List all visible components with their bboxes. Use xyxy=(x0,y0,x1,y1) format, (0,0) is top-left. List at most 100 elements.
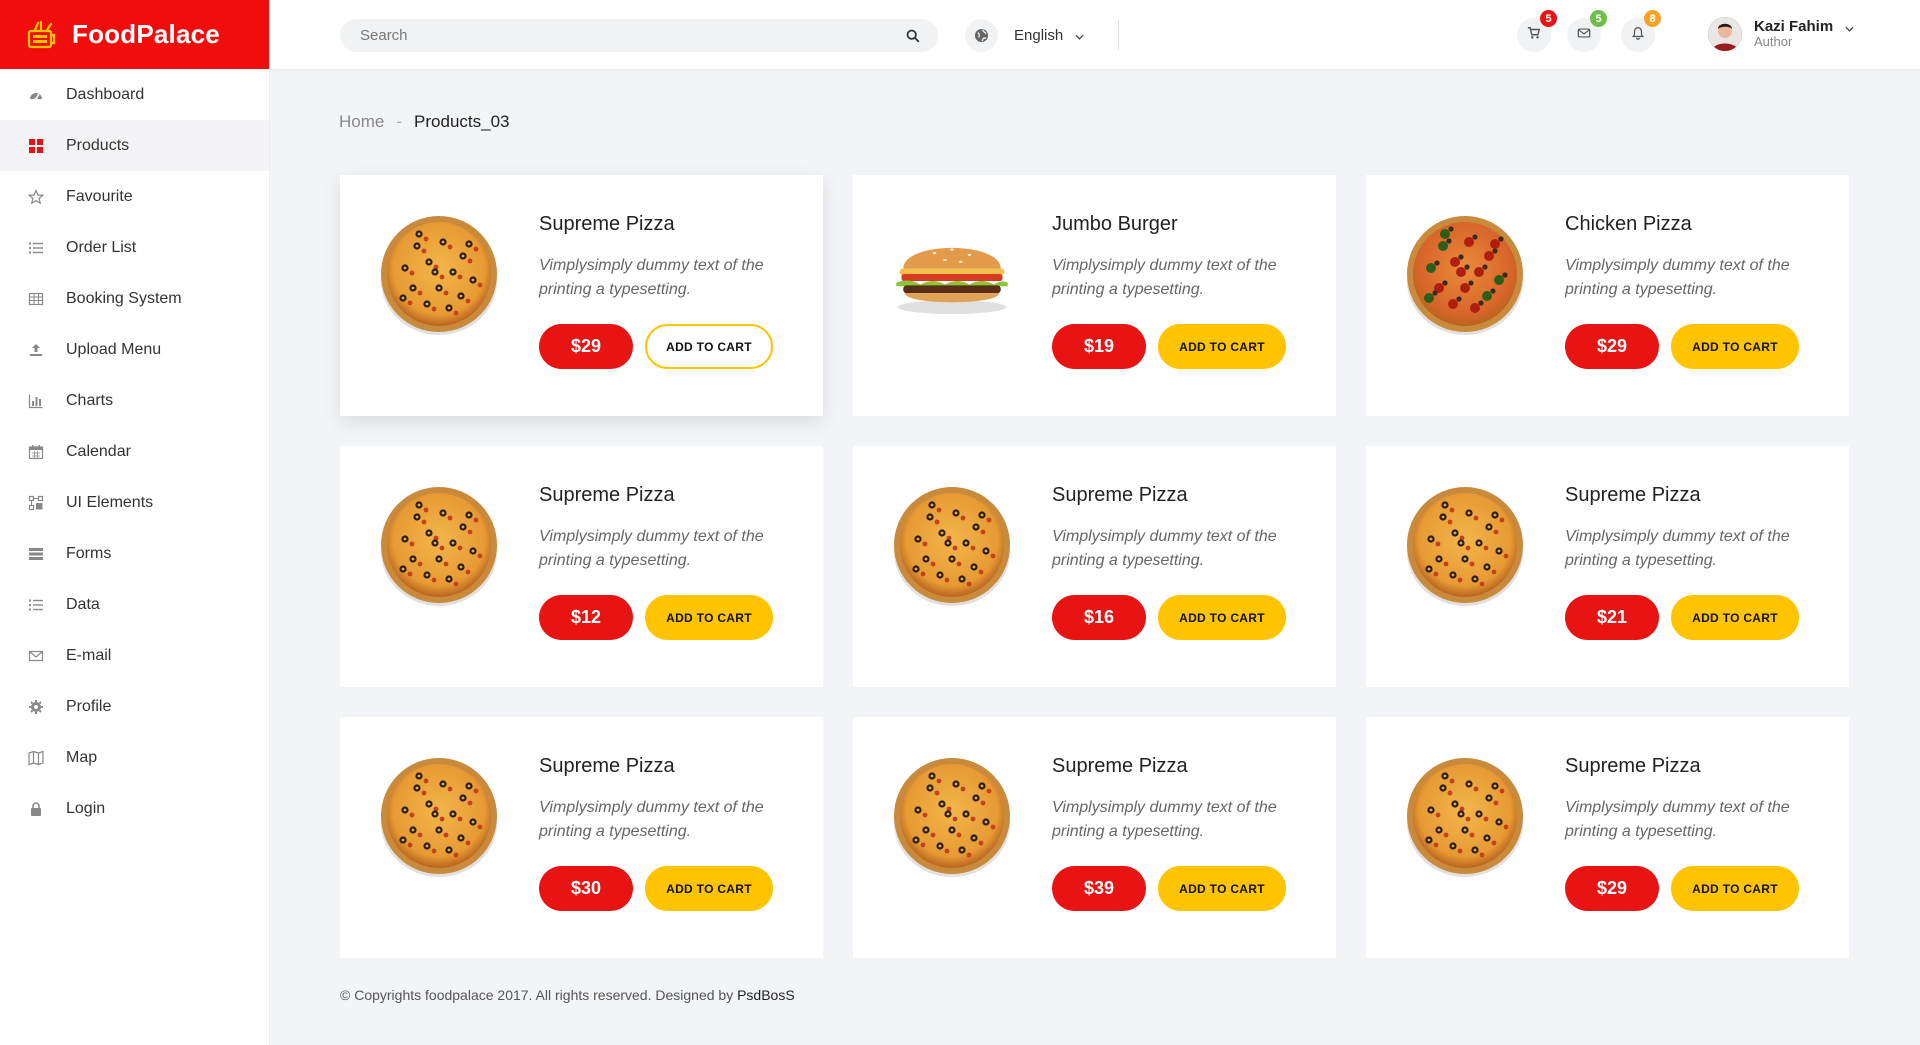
sidebar-item-order-list[interactable]: Order List xyxy=(0,222,269,273)
product-title[interactable]: Jumbo Burger xyxy=(1052,213,1316,236)
user-role: Author xyxy=(1754,34,1793,50)
sidebar-item-products[interactable]: Products xyxy=(0,120,269,171)
price-button[interactable]: $29 xyxy=(1565,866,1659,911)
dashboard-icon xyxy=(28,87,44,103)
price-button[interactable]: $19 xyxy=(1052,324,1146,369)
product-title[interactable]: Supreme Pizza xyxy=(539,484,803,507)
product-card[interactable]: Supreme Pizza Vimplysimply dummy text of … xyxy=(340,175,823,416)
sidebar-item-profile[interactable]: Profile xyxy=(0,681,269,732)
sidebar-item-booking-system[interactable]: Booking System xyxy=(0,273,269,324)
pizza-image[interactable] xyxy=(378,755,500,877)
cart-button[interactable]: 5 xyxy=(1517,10,1557,52)
product-card[interactable]: Supreme Pizza Vimplysimply dummy text of … xyxy=(853,717,1336,958)
product-title[interactable]: Chicken Pizza xyxy=(1565,213,1829,236)
product-info: Supreme Pizza Vimplysimply dummy text of … xyxy=(1052,755,1316,844)
pizza-image[interactable] xyxy=(891,484,1013,606)
product-info: Supreme Pizza Vimplysimply dummy text of … xyxy=(1565,484,1829,573)
product-card[interactable]: Supreme Pizza Vimplysimply dummy text of … xyxy=(853,446,1336,687)
footer-designer-link[interactable]: PsdBosS xyxy=(737,987,795,1003)
user-info: Kazi Fahim Author xyxy=(1754,18,1833,50)
price-button[interactable]: $39 xyxy=(1052,866,1146,911)
product-actions: $12 ADD TO CART xyxy=(539,595,773,640)
sidebar-item-login[interactable]: Login xyxy=(0,783,269,834)
product-title[interactable]: Supreme Pizza xyxy=(1052,484,1316,507)
search-icon[interactable] xyxy=(904,27,922,45)
sidebar-item-charts[interactable]: Charts xyxy=(0,375,269,426)
product-card[interactable]: Jumbo Burger Vimplysimply dummy text of t… xyxy=(853,175,1336,416)
add-to-cart-button[interactable]: ADD TO CART xyxy=(645,595,773,640)
product-title[interactable]: Supreme Pizza xyxy=(1052,755,1316,778)
product-info: Supreme Pizza Vimplysimply dummy text of … xyxy=(539,755,803,844)
add-to-cart-button[interactable]: ADD TO CART xyxy=(1158,866,1286,911)
product-title[interactable]: Supreme Pizza xyxy=(1565,755,1829,778)
product-info: Jumbo Burger Vimplysimply dummy text of t… xyxy=(1052,213,1316,302)
user-menu[interactable]: Kazi Fahim Author xyxy=(1708,17,1854,51)
sidebar-item-ui-elements[interactable]: UI Elements xyxy=(0,477,269,528)
price-button[interactable]: $30 xyxy=(539,866,633,911)
sidebar-item-upload-menu[interactable]: Upload Menu xyxy=(0,324,269,375)
product-description: Vimplysimply dummy text of the printing … xyxy=(1052,257,1277,298)
product-card[interactable]: Supreme Pizza Vimplysimply dummy text of … xyxy=(340,446,823,687)
mail-button[interactable]: 5 xyxy=(1567,10,1607,52)
calendar-icon xyxy=(28,444,44,460)
product-title[interactable]: Supreme Pizza xyxy=(539,755,803,778)
product-title[interactable]: Supreme Pizza xyxy=(539,213,803,236)
brand-header[interactable]: FoodPalace xyxy=(0,0,269,69)
product-card[interactable]: Supreme Pizza Vimplysimply dummy text of … xyxy=(340,717,823,958)
sidebar-item-label: Booking System xyxy=(66,289,182,307)
add-to-cart-button[interactable]: ADD TO CART xyxy=(1158,595,1286,640)
add-to-cart-button[interactable]: ADD TO CART xyxy=(1671,595,1799,640)
mail-icon xyxy=(28,648,44,664)
product-title[interactable]: Supreme Pizza xyxy=(1565,484,1829,507)
add-to-cart-button[interactable]: ADD TO CART xyxy=(1158,324,1286,369)
add-to-cart-button[interactable]: ADD TO CART xyxy=(645,324,773,369)
search-input[interactable] xyxy=(360,27,904,44)
pizza-image[interactable] xyxy=(1404,755,1526,877)
product-actions: $19 ADD TO CART xyxy=(1052,324,1286,369)
burger-image[interactable] xyxy=(891,213,1013,335)
pizza-image[interactable] xyxy=(1404,484,1526,606)
price-button[interactable]: $16 xyxy=(1052,595,1146,640)
breadcrumb-home-link[interactable]: Home xyxy=(339,112,384,132)
notification-button[interactable]: 8 xyxy=(1621,10,1661,52)
add-to-cart-button[interactable]: ADD TO CART xyxy=(645,866,773,911)
price-button[interactable]: $29 xyxy=(539,324,633,369)
globe-icon xyxy=(965,19,998,52)
product-card[interactable]: Supreme Pizza Vimplysimply dummy text of … xyxy=(1366,446,1849,687)
add-to-cart-button[interactable]: ADD TO CART xyxy=(1671,324,1799,369)
sidebar-item-map[interactable]: Map xyxy=(0,732,269,783)
product-card[interactable]: Chicken Pizza Vimplysimply dummy text of … xyxy=(1366,175,1849,416)
sidebar-item-label: Charts xyxy=(66,391,114,409)
product-card[interactable]: Supreme Pizza Vimplysimply dummy text of … xyxy=(1366,717,1849,958)
price-button[interactable]: $29 xyxy=(1565,324,1659,369)
pizza-image[interactable] xyxy=(378,484,500,606)
sidebar-item-label: Login xyxy=(66,799,106,817)
product-actions: $29 ADD TO CART xyxy=(1565,324,1799,369)
main-content: Home - Products_03 Supreme Pizza Vimplysi… xyxy=(270,69,1920,1045)
product-info: Supreme Pizza Vimplysimply dummy text of … xyxy=(539,484,803,573)
sidebar-item-data[interactable]: Data xyxy=(0,579,269,630)
product-description: Vimplysimply dummy text of the printing … xyxy=(539,799,764,840)
price-button[interactable]: $21 xyxy=(1565,595,1659,640)
sidebar-item-label: Favourite xyxy=(66,187,133,205)
footer-copyright: © Copyrights foodpalace 2017. All rights… xyxy=(340,987,734,1003)
chicken-pizza-image[interactable] xyxy=(1404,213,1526,335)
upload-icon xyxy=(28,342,44,358)
pizza-image[interactable] xyxy=(891,755,1013,877)
product-info: Chicken Pizza Vimplysimply dummy text of … xyxy=(1565,213,1829,302)
sidebar-item-favourite[interactable]: Favourite xyxy=(0,171,269,222)
sidebar-item-forms[interactable]: Forms xyxy=(0,528,269,579)
sidebar-item-calendar[interactable]: Calendar xyxy=(0,426,269,477)
sidebar-item-dashboard[interactable]: Dashboard xyxy=(0,69,269,120)
product-description: Vimplysimply dummy text of the printing … xyxy=(1565,528,1790,569)
price-button[interactable]: $12 xyxy=(539,595,633,640)
cart-icon xyxy=(1527,26,1541,45)
add-to-cart-button[interactable]: ADD TO CART xyxy=(1671,866,1799,911)
topbar: English 5 5 8 Kazi Fahim Author xyxy=(270,0,1920,69)
language-selector[interactable]: English xyxy=(965,19,1084,52)
product-actions: $21 ADD TO CART xyxy=(1565,595,1799,640)
sidebar-nav: Dashboard Products Favourite Order List Book… xyxy=(0,69,269,834)
sidebar-item-e-mail[interactable]: E-mail xyxy=(0,630,269,681)
pizza-image[interactable] xyxy=(378,213,500,335)
footer: © Copyrights foodpalace 2017. All rights… xyxy=(340,987,795,1003)
